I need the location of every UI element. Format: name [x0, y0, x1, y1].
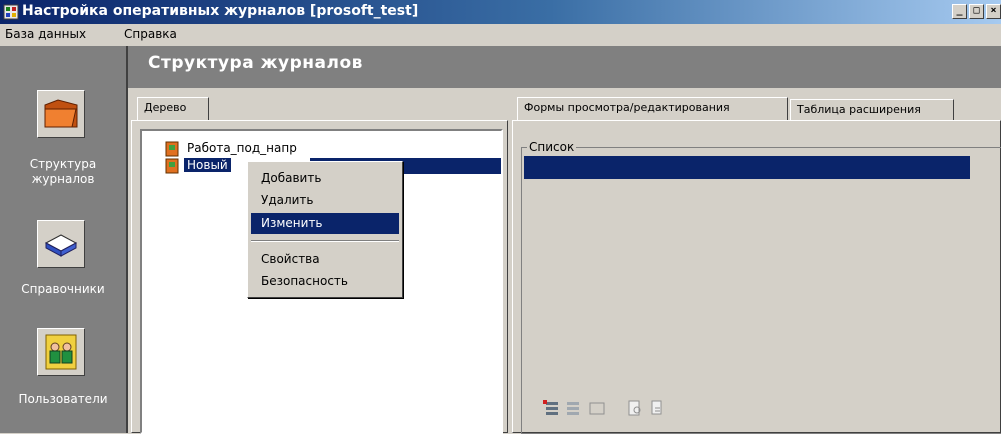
sidebar-label-structure-2: журналов — [31, 172, 95, 186]
blank-form-icon[interactable] — [588, 399, 606, 417]
add-form-icon[interactable] — [542, 399, 560, 417]
sidebar-item-references[interactable] — [37, 220, 85, 268]
menu-add[interactable]: Добавить — [251, 168, 399, 189]
book-icon — [44, 234, 78, 257]
sidebar-item-structure[interactable] — [37, 90, 85, 138]
page-title: Структура журналов — [148, 53, 363, 73]
copy-icon[interactable] — [648, 399, 666, 417]
preview-icon[interactable] — [626, 399, 644, 417]
sidebar-label-structure-1: Структура — [29, 157, 97, 171]
folder-icon — [44, 99, 78, 128]
journal-icon — [165, 158, 179, 174]
journal-icon — [165, 141, 179, 157]
tab-tree[interactable]: Дерево — [137, 97, 209, 121]
users-icon — [45, 334, 77, 370]
tree-item-label: Новый — [184, 158, 231, 172]
menu-separator — [251, 240, 399, 242]
menu-security[interactable]: Безопасность — [251, 271, 399, 292]
tab-forms[interactable]: Формы просмотра/редактирования — [517, 97, 788, 121]
menu-help[interactable]: Справка — [124, 27, 177, 41]
sidebar-label-users: Пользователи — [18, 392, 108, 406]
sidebar-item-users[interactable] — [37, 328, 85, 376]
menu-properties[interactable]: Свойства — [251, 249, 399, 270]
forms-list[interactable] — [524, 156, 1000, 387]
sidebar: Структура журналов Справочники Пользоват… — [0, 46, 128, 433]
minimize-button[interactable]: _ — [952, 4, 967, 19]
list-group — [521, 147, 1001, 434]
maximize-button[interactable]: □ — [969, 4, 984, 19]
forms-panel: Список — [512, 120, 1001, 434]
delete-form-icon[interactable] — [564, 399, 582, 417]
close-button[interactable]: × — [986, 4, 1001, 19]
app-icon — [3, 4, 19, 20]
tab-extension-table[interactable]: Таблица расширения — [790, 99, 954, 121]
menu-database[interactable]: База данных — [5, 27, 86, 41]
menu-edit[interactable]: Изменить — [251, 213, 399, 234]
menu-bar: База данных Справка — [0, 24, 1001, 44]
menu-delete[interactable]: Удалить — [251, 190, 399, 211]
list-group-label: Список — [527, 140, 577, 154]
tree-item-label: Работа_под_напр — [187, 141, 297, 155]
title-bar: Настройка оперативных журналов [prosoft_… — [0, 0, 1001, 24]
context-menu: Добавить Удалить Изменить Свойства Безоп… — [247, 161, 403, 298]
sidebar-label-references: Справочники — [21, 282, 105, 296]
window-title: Настройка оперативных журналов [prosoft_… — [22, 3, 419, 19]
list-selected-row[interactable] — [524, 156, 970, 179]
